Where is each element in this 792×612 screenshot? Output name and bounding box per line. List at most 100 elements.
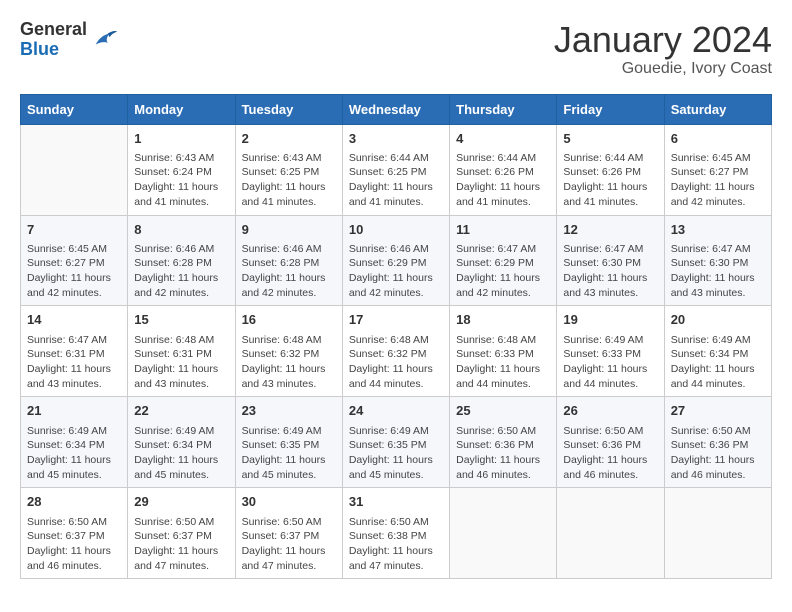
calendar-cell: 13 Sunrise: 6:47 AM Sunset: 6:30 PM Dayl… (664, 215, 771, 306)
day-number: 13 (671, 221, 765, 239)
sunset-text: Sunset: 6:37 PM (27, 529, 121, 544)
calendar-week-row: 7 Sunrise: 6:45 AM Sunset: 6:27 PM Dayli… (21, 215, 772, 306)
daylight-text: Daylight: 11 hours and 44 minutes. (456, 362, 550, 391)
header-day: Monday (128, 94, 235, 124)
calendar-cell: 31 Sunrise: 6:50 AM Sunset: 6:38 PM Dayl… (342, 488, 449, 579)
calendar-cell: 14 Sunrise: 6:47 AM Sunset: 6:31 PM Dayl… (21, 306, 128, 397)
daylight-text: Daylight: 11 hours and 46 minutes. (27, 544, 121, 573)
day-number: 8 (134, 221, 228, 239)
sunset-text: Sunset: 6:33 PM (563, 347, 657, 362)
calendar-cell: 20 Sunrise: 6:49 AM Sunset: 6:34 PM Dayl… (664, 306, 771, 397)
daylight-text: Daylight: 11 hours and 43 minutes. (134, 362, 228, 391)
cell-info: Sunrise: 6:44 AM Sunset: 6:26 PM Dayligh… (563, 151, 657, 210)
day-number: 28 (27, 493, 121, 511)
day-number: 21 (27, 402, 121, 420)
daylight-text: Daylight: 11 hours and 46 minutes. (671, 453, 765, 482)
calendar-cell: 5 Sunrise: 6:44 AM Sunset: 6:26 PM Dayli… (557, 124, 664, 215)
calendar-cell: 17 Sunrise: 6:48 AM Sunset: 6:32 PM Dayl… (342, 306, 449, 397)
day-number: 19 (563, 311, 657, 329)
day-number: 25 (456, 402, 550, 420)
sunrise-text: Sunrise: 6:49 AM (671, 333, 765, 348)
sunset-text: Sunset: 6:35 PM (242, 438, 336, 453)
day-number: 10 (349, 221, 443, 239)
daylight-text: Daylight: 11 hours and 41 minutes. (563, 180, 657, 209)
cell-info: Sunrise: 6:48 AM Sunset: 6:32 PM Dayligh… (242, 333, 336, 392)
sunrise-text: Sunrise: 6:50 AM (671, 424, 765, 439)
sunrise-text: Sunrise: 6:50 AM (134, 515, 228, 530)
sunset-text: Sunset: 6:25 PM (349, 165, 443, 180)
sunrise-text: Sunrise: 6:44 AM (563, 151, 657, 166)
sunset-text: Sunset: 6:36 PM (671, 438, 765, 453)
calendar-cell: 12 Sunrise: 6:47 AM Sunset: 6:30 PM Dayl… (557, 215, 664, 306)
daylight-text: Daylight: 11 hours and 42 minutes. (671, 180, 765, 209)
logo-general: General (20, 20, 87, 40)
daylight-text: Daylight: 11 hours and 42 minutes. (242, 271, 336, 300)
cell-info: Sunrise: 6:50 AM Sunset: 6:37 PM Dayligh… (27, 515, 121, 574)
daylight-text: Daylight: 11 hours and 43 minutes. (242, 362, 336, 391)
daylight-text: Daylight: 11 hours and 45 minutes. (134, 453, 228, 482)
sunset-text: Sunset: 6:29 PM (349, 256, 443, 271)
day-number: 2 (242, 130, 336, 148)
sunset-text: Sunset: 6:31 PM (27, 347, 121, 362)
sunrise-text: Sunrise: 6:48 AM (456, 333, 550, 348)
sunset-text: Sunset: 6:30 PM (563, 256, 657, 271)
header-day: Tuesday (235, 94, 342, 124)
header-day: Saturday (664, 94, 771, 124)
calendar-cell: 1 Sunrise: 6:43 AM Sunset: 6:24 PM Dayli… (128, 124, 235, 215)
cell-info: Sunrise: 6:47 AM Sunset: 6:30 PM Dayligh… (563, 242, 657, 301)
sunset-text: Sunset: 6:36 PM (563, 438, 657, 453)
sunrise-text: Sunrise: 6:44 AM (456, 151, 550, 166)
cell-info: Sunrise: 6:48 AM Sunset: 6:33 PM Dayligh… (456, 333, 550, 392)
daylight-text: Daylight: 11 hours and 42 minutes. (456, 271, 550, 300)
sunset-text: Sunset: 6:25 PM (242, 165, 336, 180)
sunset-text: Sunset: 6:37 PM (242, 529, 336, 544)
calendar-week-row: 28 Sunrise: 6:50 AM Sunset: 6:37 PM Dayl… (21, 488, 772, 579)
cell-info: Sunrise: 6:47 AM Sunset: 6:29 PM Dayligh… (456, 242, 550, 301)
calendar-cell: 24 Sunrise: 6:49 AM Sunset: 6:35 PM Dayl… (342, 397, 449, 488)
cell-info: Sunrise: 6:45 AM Sunset: 6:27 PM Dayligh… (671, 151, 765, 210)
sunset-text: Sunset: 6:36 PM (456, 438, 550, 453)
calendar-cell: 7 Sunrise: 6:45 AM Sunset: 6:27 PM Dayli… (21, 215, 128, 306)
sunset-text: Sunset: 6:28 PM (242, 256, 336, 271)
calendar-cell: 22 Sunrise: 6:49 AM Sunset: 6:34 PM Dayl… (128, 397, 235, 488)
day-number: 20 (671, 311, 765, 329)
sunrise-text: Sunrise: 6:47 AM (671, 242, 765, 257)
daylight-text: Daylight: 11 hours and 41 minutes. (349, 180, 443, 209)
cell-info: Sunrise: 6:50 AM Sunset: 6:37 PM Dayligh… (242, 515, 336, 574)
daylight-text: Daylight: 11 hours and 46 minutes. (563, 453, 657, 482)
daylight-text: Daylight: 11 hours and 43 minutes. (27, 362, 121, 391)
sunset-text: Sunset: 6:29 PM (456, 256, 550, 271)
calendar-cell (664, 488, 771, 579)
cell-info: Sunrise: 6:50 AM Sunset: 6:37 PM Dayligh… (134, 515, 228, 574)
sunrise-text: Sunrise: 6:49 AM (349, 424, 443, 439)
calendar-body: 1 Sunrise: 6:43 AM Sunset: 6:24 PM Dayli… (21, 124, 772, 579)
sunset-text: Sunset: 6:34 PM (134, 438, 228, 453)
sunrise-text: Sunrise: 6:50 AM (27, 515, 121, 530)
daylight-text: Daylight: 11 hours and 43 minutes. (563, 271, 657, 300)
day-number: 30 (242, 493, 336, 511)
calendar-cell: 23 Sunrise: 6:49 AM Sunset: 6:35 PM Dayl… (235, 397, 342, 488)
page-header: General Blue January 2024 Gouedie, Ivory… (20, 20, 772, 78)
day-number: 17 (349, 311, 443, 329)
cell-info: Sunrise: 6:45 AM Sunset: 6:27 PM Dayligh… (27, 242, 121, 301)
daylight-text: Daylight: 11 hours and 41 minutes. (456, 180, 550, 209)
cell-info: Sunrise: 6:44 AM Sunset: 6:26 PM Dayligh… (456, 151, 550, 210)
calendar-cell: 3 Sunrise: 6:44 AM Sunset: 6:25 PM Dayli… (342, 124, 449, 215)
day-number: 7 (27, 221, 121, 239)
sunrise-text: Sunrise: 6:47 AM (27, 333, 121, 348)
cell-info: Sunrise: 6:49 AM Sunset: 6:35 PM Dayligh… (242, 424, 336, 483)
sunset-text: Sunset: 6:30 PM (671, 256, 765, 271)
sunrise-text: Sunrise: 6:43 AM (134, 151, 228, 166)
daylight-text: Daylight: 11 hours and 47 minutes. (242, 544, 336, 573)
calendar-table: SundayMondayTuesdayWednesdayThursdayFrid… (20, 94, 772, 580)
sunrise-text: Sunrise: 6:50 AM (456, 424, 550, 439)
daylight-text: Daylight: 11 hours and 47 minutes. (349, 544, 443, 573)
calendar-cell: 4 Sunrise: 6:44 AM Sunset: 6:26 PM Dayli… (450, 124, 557, 215)
calendar-cell: 18 Sunrise: 6:48 AM Sunset: 6:33 PM Dayl… (450, 306, 557, 397)
calendar-cell (21, 124, 128, 215)
sunset-text: Sunset: 6:32 PM (242, 347, 336, 362)
calendar-cell: 2 Sunrise: 6:43 AM Sunset: 6:25 PM Dayli… (235, 124, 342, 215)
day-number: 26 (563, 402, 657, 420)
sunset-text: Sunset: 6:34 PM (671, 347, 765, 362)
header-day: Wednesday (342, 94, 449, 124)
